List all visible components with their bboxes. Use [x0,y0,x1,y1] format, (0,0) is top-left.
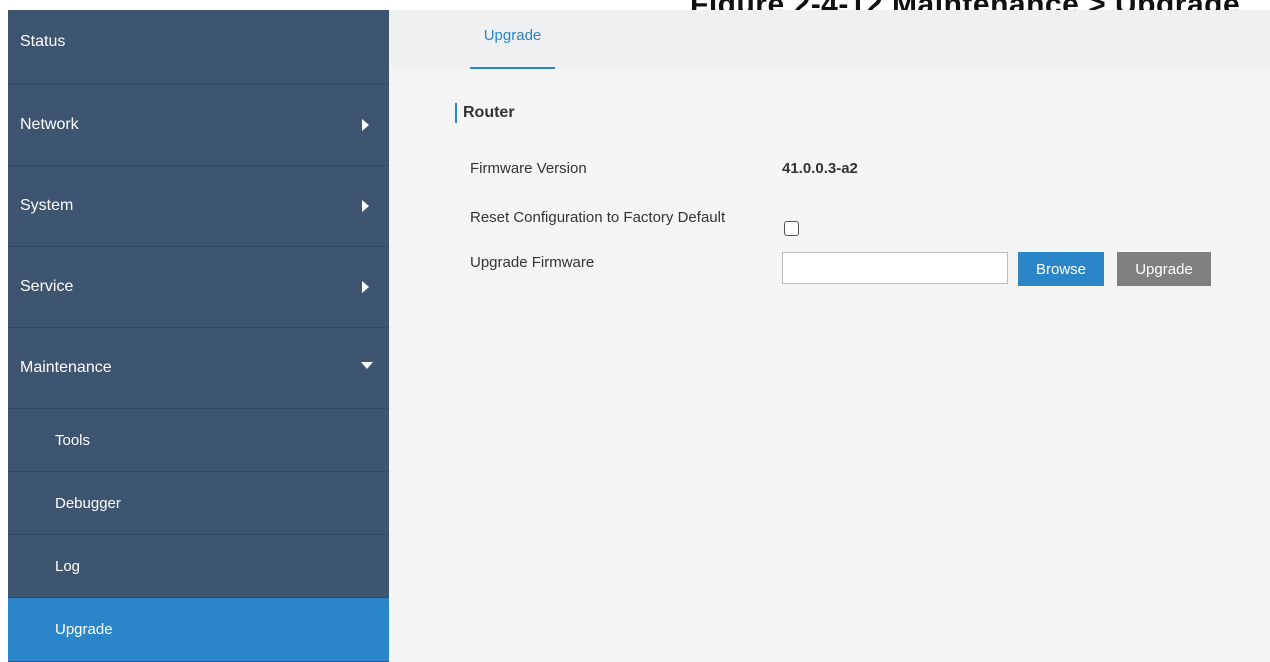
tab-bar: Upgrade [389,10,1270,69]
sidebar-item-service[interactable]: Service [8,247,389,328]
sidebar-item-network[interactable]: Network [8,85,389,166]
main-panel: Upgrade Router Firmware Version 41.0.0.3… [389,10,1270,662]
browse-button[interactable]: Browse [1018,252,1104,286]
tab-upgrade[interactable]: Upgrade [470,10,555,69]
sidebar-subitem-tools[interactable]: Tools [8,409,389,472]
sidebar-subitem-debugger[interactable]: Debugger [8,472,389,535]
chevron-right-icon [362,281,369,293]
sidebar: Status Network System Service Maintenanc… [8,10,389,662]
reset-factory-label: Reset Configuration to Factory Default [470,209,726,226]
sidebar-subitem-label: Log [55,557,81,575]
upgrade-button[interactable]: Upgrade [1117,252,1211,286]
sidebar-item-status[interactable]: Status [8,10,389,85]
sidebar-subitem-label: Debugger [55,494,121,512]
chevron-right-icon [362,200,369,212]
sidebar-item-maintenance[interactable]: Maintenance [8,328,389,409]
reset-factory-checkbox[interactable] [784,221,799,236]
firmware-version-value: 41.0.0.3-a2 [782,160,858,177]
chevron-right-icon [362,119,369,131]
sidebar-item-label: Network [20,116,79,133]
sidebar-subitem-label: Tools [55,431,91,449]
sidebar-subitem-label: Upgrade [55,621,113,638]
sidebar-subitem-upgrade[interactable]: Upgrade [8,598,389,661]
sidebar-item-label: Service [20,278,74,295]
page: Figure 2-4-12 Maintenance > Upgrade Stat… [0,0,1270,662]
sidebar-item-label: System [20,197,74,214]
sidebar-subitem-log[interactable]: Log [8,535,389,598]
upgrade-firmware-label: Upgrade Firmware [470,254,595,271]
sidebar-item-label: Status [20,33,66,50]
sidebar-item-label: Maintenance [20,359,112,376]
firmware-file-input[interactable] [782,252,1008,284]
firmware-version-label: Firmware Version [470,160,587,177]
chevron-down-icon [361,362,373,369]
section-title: Router [455,103,515,123]
sidebar-item-system[interactable]: System [8,166,389,247]
